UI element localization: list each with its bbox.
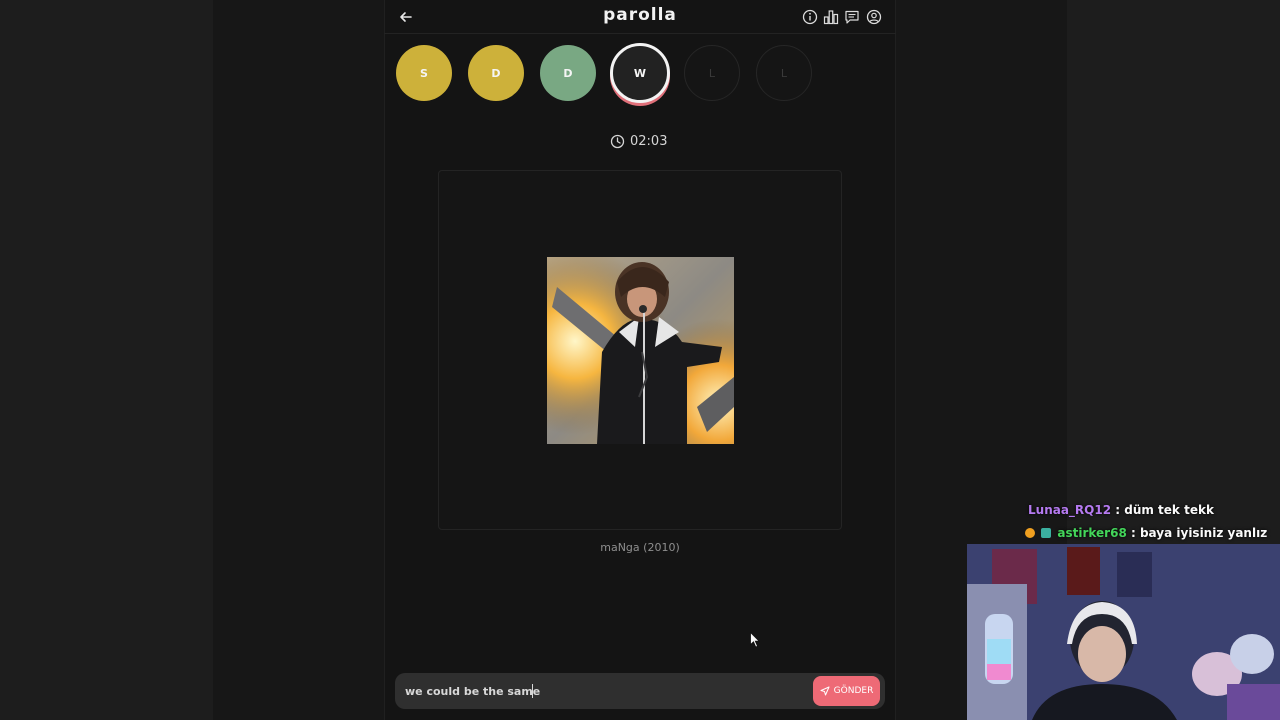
send-icon bbox=[820, 686, 830, 696]
user-icon bbox=[866, 9, 882, 25]
info-button[interactable] bbox=[802, 9, 818, 25]
back-button[interactable] bbox=[397, 8, 415, 26]
letter-circle-1[interactable]: S bbox=[396, 45, 452, 101]
clock-icon bbox=[610, 134, 625, 148]
app-title: parolla bbox=[603, 5, 677, 25]
back-arrow-icon bbox=[400, 12, 412, 22]
text-caret bbox=[532, 684, 533, 698]
letter-circle-current[interactable]: W bbox=[610, 43, 670, 103]
warning-badge-icon bbox=[1025, 528, 1035, 538]
chat-text: : düm tek tekk bbox=[1115, 503, 1214, 517]
letter-circle-6[interactable]: L bbox=[756, 45, 812, 101]
screen: parolla S D D W L L 02:03 maNga (2010) w… bbox=[0, 0, 1280, 720]
sub-badge-icon bbox=[1041, 528, 1052, 538]
chat-username: astirker68 bbox=[1057, 526, 1127, 540]
streamer-webcam bbox=[967, 544, 1280, 720]
letter-circle-3[interactable]: D bbox=[540, 45, 596, 101]
stats-button[interactable] bbox=[823, 9, 839, 25]
send-button[interactable]: GÖNDER bbox=[813, 676, 880, 706]
chat-message-1: Lunaa_RQ12 : düm tek tekk bbox=[1028, 503, 1214, 517]
message-button[interactable] bbox=[844, 9, 860, 25]
message-icon bbox=[845, 10, 859, 24]
question-photo bbox=[547, 257, 734, 444]
send-label: GÖNDER bbox=[833, 686, 874, 696]
image-caption: maNga (2010) bbox=[600, 541, 680, 554]
chat-username: Lunaa_RQ12 bbox=[1028, 503, 1112, 517]
letter-circle-5[interactable]: L bbox=[684, 45, 740, 101]
info-icon bbox=[802, 9, 818, 25]
timer: 02:03 bbox=[610, 132, 680, 150]
chat-text: : baya iyisiniz yanlız bbox=[1130, 526, 1268, 540]
timer-value: 02:03 bbox=[630, 133, 668, 149]
letter-circle-2[interactable]: D bbox=[468, 45, 524, 101]
chat-message-2: astirker68 : baya iyisiniz yanlız bbox=[1025, 526, 1267, 540]
mouse-cursor-icon bbox=[750, 632, 760, 648]
answer-input[interactable] bbox=[405, 681, 805, 701]
profile-button[interactable] bbox=[866, 9, 882, 25]
stream-left-margin bbox=[0, 0, 213, 720]
stats-icon bbox=[823, 10, 839, 25]
